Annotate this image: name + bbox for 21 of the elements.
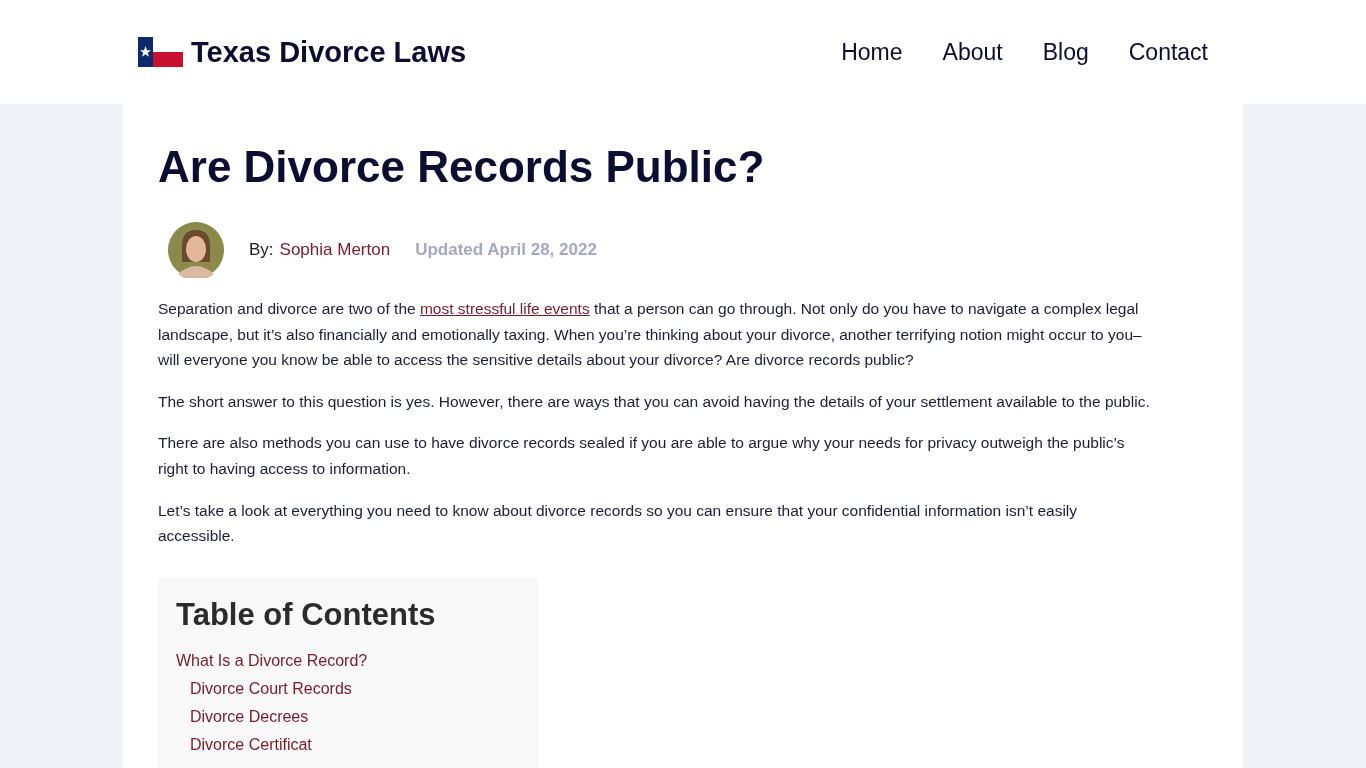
article-title: Are Divorce Records Public? bbox=[158, 142, 766, 192]
toc-link[interactable]: Divorce Decrees bbox=[190, 702, 309, 731]
byline-label: By: bbox=[249, 240, 274, 260]
toc-link[interactable]: Divorce Court Records bbox=[190, 674, 352, 703]
nav-link[interactable]: Home bbox=[841, 38, 903, 66]
toc-link[interactable]: Divorce Certificat bbox=[190, 730, 312, 759]
author-link[interactable]: Sophia Merton bbox=[279, 240, 391, 260]
toc-link[interactable]: What Is a Divorce Record? bbox=[176, 646, 368, 675]
paragraph: There are also methods you can use to have divorce records sealed if you are able to argue why your needs for privacy outweigh the public’s right to having access to information. bbox=[158, 433, 1126, 479]
avatar-icon bbox=[168, 222, 224, 278]
paragraph: Separation and divorce are two of the most stressful life events that a person can go through. Not only do you have to navigate a complex legal landscape, but it’s also financially and emotionally taxing. When you’re thinking about your divorce, another terrifying notion might occur to you– will everyone you know be able to access the sensitive details about your divorce? Are divorce records public? bbox=[158, 299, 1143, 371]
paragraph: Let’s take a look at everything you need to know about divorce records so you can ensure that your confidential information isn’t easily accessible. bbox=[158, 500, 1079, 547]
updated-date: Updated April 28, 2022 bbox=[415, 240, 597, 260]
paragraph: The short answer to this question is yes. However, there are ways that you can avoid having the details of your settlement available to the public. bbox=[158, 391, 1151, 412]
site-title[interactable]: Texas Divorce Laws bbox=[191, 35, 467, 69]
toc-title: Table of Contents bbox=[176, 596, 437, 633]
nav-link[interactable]: Blog bbox=[1042, 38, 1089, 66]
flag-icon bbox=[138, 37, 183, 67]
inline-link[interactable]: most stressful life events bbox=[419, 300, 590, 317]
nav-link[interactable]: About bbox=[942, 38, 1003, 66]
nav-link[interactable]: Contact bbox=[1128, 38, 1208, 66]
